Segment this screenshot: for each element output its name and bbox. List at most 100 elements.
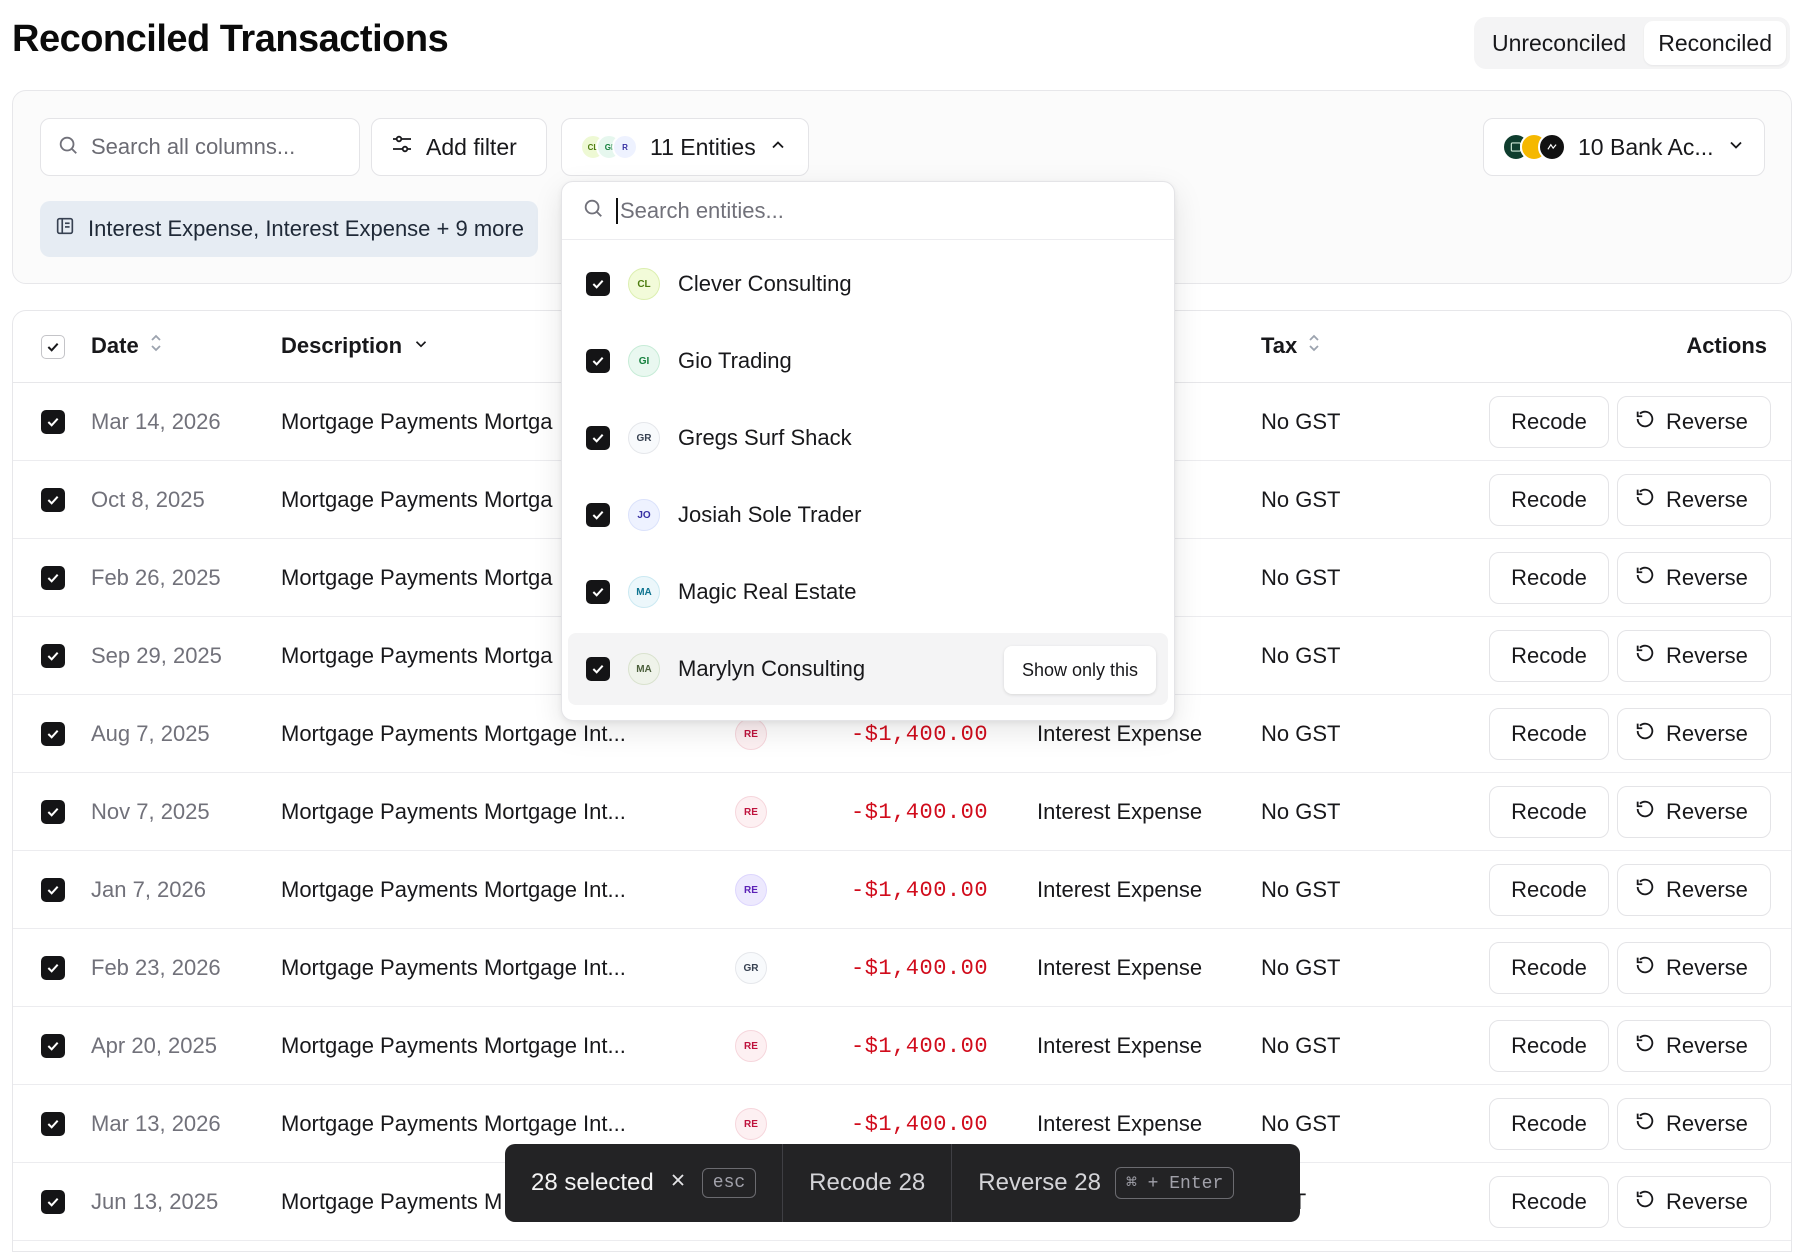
reverse-button[interactable]: Reverse <box>1617 708 1771 760</box>
recode-button[interactable]: Recode <box>1489 1020 1609 1072</box>
row-checkbox[interactable] <box>41 461 65 539</box>
row-checkbox[interactable] <box>41 929 65 1007</box>
entity-badge: RE <box>735 718 767 750</box>
recode-button[interactable]: Recode <box>1489 552 1609 604</box>
entities-dropdown: Search entities... CL Clever Consulting GI… <box>561 181 1175 721</box>
entity-option-label: Josiah Sole Trader <box>678 502 862 527</box>
column-header-date[interactable]: Date <box>91 333 163 359</box>
entity-checkbox[interactable] <box>586 349 610 373</box>
reverse-button[interactable]: Reverse <box>1617 552 1771 604</box>
description-cell: Mortgage Payments Mortga <box>281 487 553 512</box>
entities-filter-button[interactable]: CL GI R 11 Entities <box>561 118 809 176</box>
recode-button[interactable]: Recode <box>1489 396 1609 448</box>
description-cell: Mortgage Payments M <box>281 1189 503 1214</box>
undo-icon <box>1634 1188 1656 1216</box>
add-filter-label: Add filter <box>426 133 517 160</box>
undo-icon <box>1634 486 1656 514</box>
date-cell: Jan 7, 2026 <box>91 877 206 902</box>
entity-checkbox[interactable] <box>586 503 610 527</box>
tax-cell: No GST <box>1261 487 1341 512</box>
bulk-reverse-button[interactable]: Reverse 28 ⌘ + Enter <box>951 1144 1260 1222</box>
row-checkbox[interactable] <box>41 539 65 617</box>
entities-search-placeholder: Search entities... <box>616 197 784 224</box>
undo-icon <box>1634 1032 1656 1060</box>
bulk-recode-button[interactable]: Recode 28 <box>782 1144 951 1222</box>
reverse-button[interactable]: Reverse <box>1617 786 1771 838</box>
entity-avatar-stack: CL GI R <box>580 134 638 160</box>
date-cell: Mar 13, 2026 <box>91 1111 221 1136</box>
entity-avatar: MA <box>628 576 660 608</box>
entity-badge: RE <box>735 874 767 906</box>
description-cell: Mortgage Payments Mortga <box>281 643 553 668</box>
row-checkbox[interactable] <box>41 1163 65 1241</box>
recode-button[interactable]: Recode <box>1489 1098 1609 1150</box>
tax-cell: No GST <box>1261 643 1341 668</box>
date-cell: Feb 23, 2026 <box>91 955 221 980</box>
recode-button[interactable]: Recode <box>1489 864 1609 916</box>
reverse-button[interactable]: Reverse <box>1617 1020 1771 1072</box>
entity-option[interactable]: CL Clever Consulting <box>568 248 1168 320</box>
recode-button[interactable]: Recode <box>1489 1176 1609 1228</box>
reverse-button[interactable]: Reverse <box>1617 1176 1771 1228</box>
row-checkbox[interactable] <box>41 851 65 929</box>
table-row[interactable]: Jan 7, 2026 Mortgage Payments Mortgage In… <box>13 851 1791 929</box>
tab-reconciled[interactable]: Reconciled <box>1644 21 1786 65</box>
entities-search-input[interactable]: Search entities... <box>562 182 1174 240</box>
recode-button[interactable]: Recode <box>1489 630 1609 682</box>
table-row[interactable]: Apr 20, 2025 Mortgage Payments Mortgage I… <box>13 1007 1791 1085</box>
entity-cell: GR <box>735 929 767 1007</box>
entity-checkbox[interactable] <box>586 426 610 450</box>
chevron-down-icon <box>412 333 430 359</box>
table-row[interactable]: Feb 23, 2026 Mortgage Payments Mortgage I… <box>13 929 1791 1007</box>
row-checkbox[interactable] <box>41 695 65 773</box>
bank-accounts-filter-button[interactable]: 10 Bank Ac... <box>1483 118 1765 176</box>
search-input[interactable]: Search all columns... <box>40 118 360 176</box>
active-filter-chip[interactable]: Interest Expense, Interest Expense + 9 m… <box>40 201 538 257</box>
actions-cell: Recode Reverse <box>1489 617 1771 695</box>
undo-icon <box>1634 954 1656 982</box>
actions-cell: Recode Reverse <box>1489 773 1771 851</box>
row-checkbox[interactable] <box>41 617 65 695</box>
entity-option[interactable]: GI Gio Trading <box>568 325 1168 397</box>
entity-avatar: R <box>612 134 638 160</box>
reverse-button[interactable]: Reverse <box>1617 942 1771 994</box>
reverse-button[interactable]: Reverse <box>1617 396 1771 448</box>
recode-button[interactable]: Recode <box>1489 474 1609 526</box>
select-all-checkbox[interactable] <box>41 335 65 359</box>
bulk-action-bar: 28 selected esc Recode 28 Reverse 28 ⌘ +… <box>505 1144 1300 1222</box>
sort-icon <box>149 333 163 359</box>
row-checkbox[interactable] <box>41 773 65 851</box>
column-header-tax[interactable]: Tax <box>1261 333 1321 359</box>
show-only-this-button[interactable]: Show only this <box>1003 646 1156 694</box>
entity-option-label: Magic Real Estate <box>678 579 857 604</box>
chevron-up-icon <box>768 134 788 161</box>
recode-button[interactable]: Recode <box>1489 786 1609 838</box>
entity-avatar: GR <box>628 422 660 454</box>
tab-unreconciled[interactable]: Unreconciled <box>1478 21 1640 65</box>
undo-icon <box>1634 642 1656 670</box>
table-row[interactable]: Nov 7, 2025 Mortgage Payments Mortgage In… <box>13 773 1791 851</box>
entity-option[interactable]: JO Josiah Sole Trader <box>568 479 1168 551</box>
entity-checkbox[interactable] <box>586 580 610 604</box>
account-cell: Interest Expense <box>1037 955 1203 980</box>
tax-cell: No GST <box>1261 721 1341 746</box>
entity-checkbox[interactable] <box>586 657 610 681</box>
reverse-button[interactable]: Reverse <box>1617 864 1771 916</box>
entity-option[interactable]: MA Marylyn Consulting Show only this <box>568 633 1168 705</box>
tax-cell: No GST <box>1261 799 1341 824</box>
recode-button[interactable]: Recode <box>1489 708 1609 760</box>
clear-selection-icon[interactable] <box>668 1169 688 1197</box>
entity-option[interactable]: GR Gregs Surf Shack <box>568 402 1168 474</box>
reverse-button[interactable]: Reverse <box>1617 630 1771 682</box>
column-header-description[interactable]: Description <box>281 333 430 359</box>
recode-button[interactable]: Recode <box>1489 942 1609 994</box>
entity-checkbox[interactable] <box>586 272 610 296</box>
row-checkbox[interactable] <box>41 1085 65 1163</box>
reverse-button[interactable]: Reverse <box>1617 474 1771 526</box>
undo-icon <box>1634 564 1656 592</box>
add-filter-button[interactable]: Add filter <box>371 118 547 176</box>
entity-option[interactable]: MA Magic Real Estate <box>568 556 1168 628</box>
reverse-button[interactable]: Reverse <box>1617 1098 1771 1150</box>
row-checkbox[interactable] <box>41 1007 65 1085</box>
row-checkbox[interactable] <box>41 383 65 461</box>
